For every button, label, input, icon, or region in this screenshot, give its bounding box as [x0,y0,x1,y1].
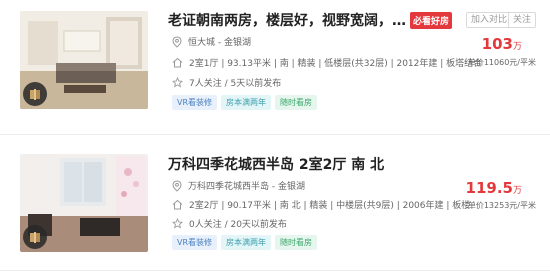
info-row: 2室1厅 | 93.13平米 | 南 | 精装 | 低楼层(共32层) | 20… [172,56,482,69]
price-value: 119.5 [465,179,513,197]
house-info: 2室1厅 | 93.13平米 | 南 | 精装 | 低楼层(共32层) | 20… [189,59,483,69]
tag-viewing: 随时看房 [275,235,318,250]
vr-icon[interactable] [23,82,47,106]
listing-card[interactable]: 万科四季花城西半岛 2室2厅 南 北 万科四季花城西半岛 - 金银湖 2室2厅 … [0,142,550,273]
total-price: 103万 [482,34,522,53]
location-icon [172,179,182,192]
price-unit: 万 [512,186,522,196]
house-info: 2室2厅 | 90.17平米 | 南 北 | 精装 | 中楼层(共9层) | 2… [189,201,471,211]
star-icon [172,77,183,88]
tag-two-years: 房本满两年 [221,95,272,110]
tag-viewing: 随时看房 [275,95,318,110]
hot-badge: 必看好房 [410,12,453,29]
listing-title[interactable]: 万科四季花城西半岛 2室2厅 南 北 [168,154,384,174]
price-unit: 万 [512,42,522,52]
star-icon [172,218,183,229]
add-compare-button[interactable]: 加入对比 [466,12,513,28]
total-price: 119.5万 [466,178,522,197]
unit-price: 单价13253元/平米 [467,201,536,210]
unit-price: 单价11060元/平米 [467,58,536,67]
tag-vr: VR看装修 [172,95,218,110]
follow-info: 7人关注 / 5天以前发布 [189,79,282,89]
listing-card[interactable]: 老证朝南两房，楼层好，视野宽阔，采光好， 必看好房 加入对比 关注 恒大城 - … [0,0,550,131]
divider [0,134,550,135]
community-link[interactable]: 万科四季花城西半岛 - 金银湖 [188,179,305,192]
community-link[interactable]: 恒大城 - 金银湖 [188,35,251,48]
price-value: 103 [481,35,513,53]
listing-photo[interactable] [20,154,148,252]
follow-info-row: 7人关注 / 5天以前发布 [172,76,281,89]
tag-vr: VR看装修 [172,235,218,250]
home-icon [172,57,183,68]
divider [0,270,550,271]
follow-button[interactable]: 关注 [508,12,537,28]
community-row: 万科四季花城西半岛 - 金银湖 [172,179,305,192]
listing-title[interactable]: 老证朝南两房，楼层好，视野宽阔，采光好， [168,10,406,30]
vr-icon[interactable] [23,225,47,249]
tag-list: VR看装修 房本满两年 随时看房 [172,95,321,110]
community-row: 恒大城 - 金银湖 [172,35,251,48]
tag-list: VR看装修 房本满两年 随时看房 [172,235,321,250]
location-icon [172,35,182,48]
info-row: 2室2厅 | 90.17平米 | 南 北 | 精装 | 中楼层(共9层) | 2… [172,198,470,211]
listing-photo[interactable] [20,11,148,109]
tag-two-years: 房本满两年 [221,235,272,250]
home-icon [172,199,183,210]
follow-info: 0人关注 / 20天以前发布 [189,220,287,230]
follow-info-row: 0人关注 / 20天以前发布 [172,217,287,230]
